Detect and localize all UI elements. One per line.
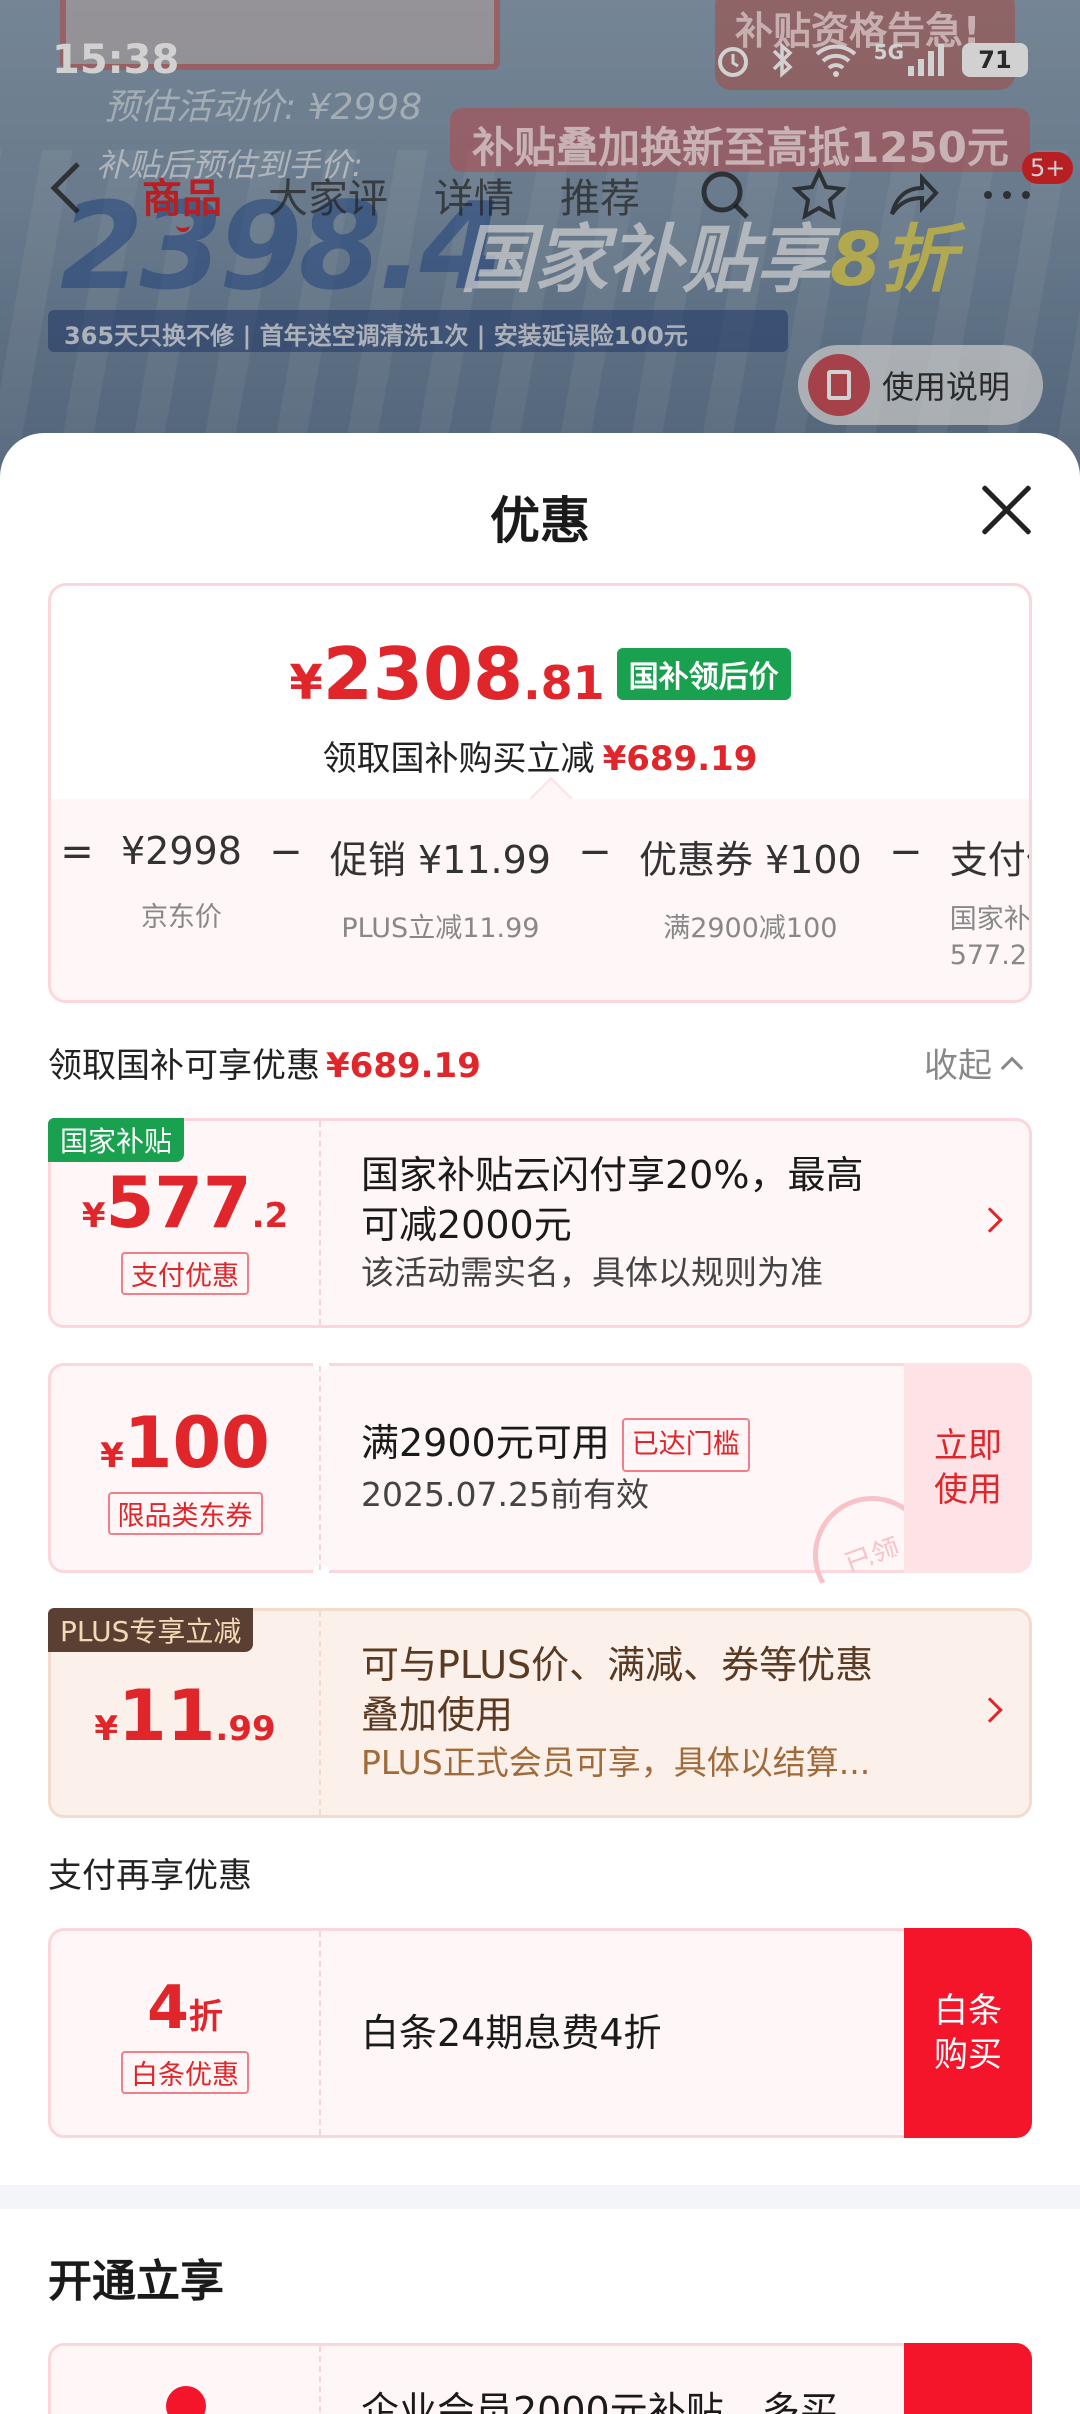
coupon-body: 国家补贴云闪付享20%，最高 可减2000元 该活动需实名，具体以规则为准 xyxy=(361,1121,863,1325)
coupon-number: 577 xyxy=(105,1161,252,1244)
coupon-title-line2: 叠加使用 xyxy=(361,1693,514,1737)
close-icon[interactable] xyxy=(980,483,1034,537)
coupon-subtitle: PLUS正式会员可享，具体以结算... xyxy=(361,1743,871,1782)
section-label-text: 领取国补可享优惠 xyxy=(48,1046,320,1086)
coupon-decimal: .99 xyxy=(215,1709,276,1749)
collapse-button[interactable]: 收起 xyxy=(924,1038,1024,1087)
chevron-right-icon xyxy=(977,1207,1003,1233)
coupon-title: 企业会员2000元补贴，多买 xyxy=(361,2389,838,2414)
price-breakdown: = ¥2998 京东价 − 促销 ¥11.99 PLUS立减11.99 − 优惠… xyxy=(51,776,1031,1000)
coupon-number: 11 xyxy=(118,1675,216,1757)
coupon-type-pill: 限品类东券 xyxy=(107,1491,263,1535)
coupon-baitiao: 4折 白条优惠 白条24期息费4折 白条 购买 xyxy=(48,1928,1032,2138)
final-price-currency: ¥ xyxy=(289,655,323,711)
breakdown-sub: 京东价 xyxy=(140,902,222,933)
coupon-body: 可与PLUS价、满减、券等优惠 叠加使用 PLUS正式会员可享，具体以结算... xyxy=(361,1611,873,1815)
collapse-label: 收起 xyxy=(924,1046,992,1086)
coupon-body: 白条24期息费4折 xyxy=(361,1931,662,2135)
breakdown-value: 优惠券 ¥100 xyxy=(638,838,862,882)
final-price-integer: 2308 xyxy=(322,632,524,716)
coupon-amount: ¥100 xyxy=(100,1402,270,1484)
coupon-corner-tag: 国家补贴 xyxy=(48,1118,185,1162)
coupon-jd-100: ¥100 限品类东券 满2900元可用 已达门槛 2025.07.25前有效 已领… xyxy=(48,1356,1032,1573)
use-now-label: 立即 使用 xyxy=(934,1424,1002,1512)
offers-sheet: 优惠 ¥ 2308 .81 国补领后价 领取国补购买立减 ¥689.19 = ¥2… xyxy=(0,433,1080,2414)
coupon-currency: ¥ xyxy=(81,1195,106,1236)
breakdown-op: − xyxy=(578,829,612,875)
final-price: ¥ 2308 .81 国补领后价 xyxy=(51,632,1029,716)
final-price-area: ¥ 2308 .81 国补领后价 领取国补购买立减 ¥689.19 xyxy=(51,586,1029,801)
coupon-decimal: .2 xyxy=(251,1195,289,1236)
breakdown-sub: 满2900减100 xyxy=(663,913,838,944)
location-pin-icon xyxy=(166,2386,206,2414)
coupon-subtitle: 该活动需实名，具体以规则为准 xyxy=(361,1253,823,1292)
section-gov-subsidy-label: 领取国补可享优惠 ¥689.19 xyxy=(48,1038,481,1087)
breakdown-op: − xyxy=(269,829,303,875)
coupon-title-line2: 可减2000元 xyxy=(361,1203,572,1247)
breakdown-item-jd-price: ¥2998 京东价 xyxy=(97,829,266,934)
threshold-reached-badge: 已达门槛 xyxy=(621,1418,750,1473)
coupon-amount: ¥577.2 xyxy=(82,1162,288,1244)
use-now-line2: 使用 xyxy=(934,1470,1002,1510)
coupon-expiry: 2025.07.25前有效 xyxy=(361,1475,649,1515)
breakdown-value: 支付优惠 xyxy=(949,838,1029,882)
coupon-amount-area: ¥100 限品类东券 xyxy=(51,1366,321,1570)
use-now-button[interactable]: 立即 使用 xyxy=(904,1363,1032,1573)
coupon-title: 白条24期息费4折 xyxy=(361,2011,662,2055)
coupon-number: 100 xyxy=(123,1401,270,1484)
enterprise-action-button[interactable] xyxy=(904,2343,1032,2414)
baitiao-buy-label: 白条 购买 xyxy=(934,1989,1002,2077)
breakdown-op: = xyxy=(60,829,94,875)
coupon-unit: 折 xyxy=(188,1996,223,2037)
coupon-title-text: 满2900元可用 xyxy=(361,1420,610,1465)
breakdown-op: − xyxy=(888,829,923,875)
breakdown-sub: 国家补贴云 577.2 xyxy=(949,902,1031,974)
breakdown-item-promo: 促销 ¥11.99 PLUS立减11.99 xyxy=(306,829,575,945)
coupon-currency: ¥ xyxy=(100,1435,124,1476)
baitiao-buy-line1: 白条 xyxy=(934,1991,1002,2031)
chevron-up-icon xyxy=(1000,1056,1024,1079)
coupon-plus-discount[interactable]: ¥11.99 PLUS专享立减 可与PLUS价、满减、券等优惠 叠加使用 PLU… xyxy=(48,1608,1032,1818)
breakdown-row: = ¥2998 京东价 − 促销 ¥11.99 PLUS立减11.99 − 优惠… xyxy=(57,829,1031,974)
coupon-amount-area xyxy=(51,2346,321,2414)
breakdown-item-coupon: 优惠券 ¥100 满2900减100 xyxy=(615,829,886,945)
baitiao-buy-line2: 购买 xyxy=(934,2035,1002,2075)
breakdown-value: ¥2998 xyxy=(121,829,242,873)
use-now-line1: 立即 xyxy=(934,1426,1002,1466)
open-section-title: 开通立享 xyxy=(48,2256,224,2307)
baitiao-buy-button[interactable]: 白条 购买 xyxy=(904,1928,1032,2138)
section-divider xyxy=(0,2185,1080,2209)
breakdown-sub: PLUS立减11.99 xyxy=(341,913,540,944)
chevron-right-icon xyxy=(977,1697,1003,1723)
coupon-type-pill: 白条优惠 xyxy=(121,2050,249,2094)
coupon-gov-subsidy[interactable]: ¥577.2 支付优惠 国家补贴 国家补贴云闪付享20%，最高 可减2000元 … xyxy=(48,1118,1032,1328)
total-reduction: 领取国补购买立减 ¥689.19 xyxy=(51,731,1029,780)
breakdown-item-payment: 支付优惠 国家补贴云 577.2 xyxy=(926,829,1031,974)
section-label-value: ¥689.19 xyxy=(326,1046,481,1086)
coupon-title: 满2900元可用 已达门槛 xyxy=(361,1418,750,1473)
coupon-corner-tag: PLUS专享立减 xyxy=(48,1608,254,1652)
breakdown-value: 促销 ¥11.99 xyxy=(329,838,551,882)
coupon-body: 企业会员2000元补贴，多买 xyxy=(361,2346,838,2414)
breakdown-sub-line1: 国家补贴云 xyxy=(949,904,1031,935)
final-price-decimal: .81 xyxy=(523,656,605,710)
total-reduction-label: 领取国补购买立减 xyxy=(322,739,595,779)
coupon-title-line1: 可与PLUS价、满减、券等优惠 xyxy=(361,1643,874,1687)
coupon-title-line1: 国家补贴云闪付享20%，最高 xyxy=(361,1153,864,1197)
coupon-amount: ¥11.99 xyxy=(94,1675,275,1757)
coupon-amount: 4折 xyxy=(147,1973,223,2043)
coupon-type-pill: 支付优惠 xyxy=(121,1251,249,1295)
total-reduction-value: ¥689.19 xyxy=(602,739,758,779)
coupon-amount-area: 4折 白条优惠 xyxy=(51,1931,321,2135)
coupon-currency: ¥ xyxy=(94,1709,118,1749)
price-summary: ¥ 2308 .81 国补领后价 领取国补购买立减 ¥689.19 = ¥2998… xyxy=(48,583,1032,1003)
coupon-number: 4 xyxy=(147,1972,189,2043)
enterprise-member-card[interactable]: 企业会员2000元补贴，多买 xyxy=(48,2343,1032,2414)
sheet-title: 优惠 xyxy=(490,492,590,550)
section-payment-label: 支付再享优惠 xyxy=(48,1856,252,1896)
final-price-tag: 国补领后价 xyxy=(616,648,791,700)
breakdown-sub-line2: 577.2 xyxy=(949,940,1028,971)
coupon-body: 满2900元可用 已达门槛 2025.07.25前有效 xyxy=(361,1366,750,1570)
